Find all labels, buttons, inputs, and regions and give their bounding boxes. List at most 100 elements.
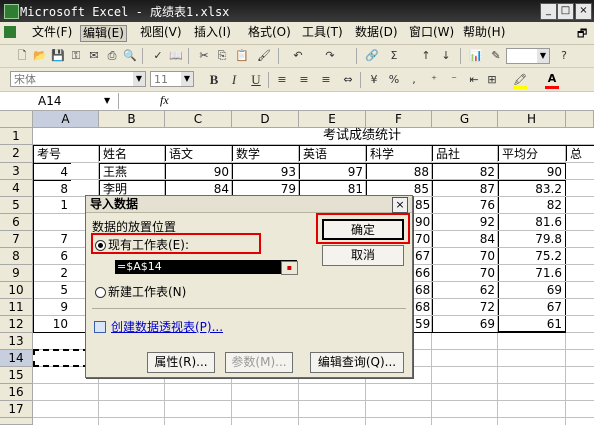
- column-header-d[interactable]: D: [232, 111, 299, 128]
- create-pivot-table-link[interactable]: 创建数据透视表(P)...: [111, 318, 223, 335]
- column-header-c[interactable]: C: [165, 111, 232, 128]
- redo-icon[interactable]: ↷: [322, 48, 338, 64]
- cell-g8[interactable]: 70: [432, 248, 498, 264]
- column-header-b[interactable]: B: [99, 111, 165, 128]
- cell-f5[interactable]: 85: [412, 197, 432, 213]
- increase-decimal-icon[interactable]: ⁺: [426, 72, 442, 88]
- font-name-combo[interactable]: 宋体 ▼: [10, 71, 146, 87]
- cut-icon[interactable]: ✂: [196, 48, 212, 64]
- open-icon[interactable]: 📂: [32, 48, 48, 64]
- save-icon[interactable]: 💾: [50, 48, 66, 64]
- column-header-g[interactable]: G: [432, 111, 498, 128]
- menu-data[interactable]: 数据(D): [353, 25, 400, 40]
- menu-tools[interactable]: 工具(T): [300, 25, 345, 40]
- align-right-icon[interactable]: ≡: [318, 72, 334, 88]
- name-box[interactable]: A14 ▼: [0, 93, 119, 109]
- cell-a5[interactable]: 1: [33, 197, 71, 213]
- menu-format[interactable]: 格式(O): [246, 25, 293, 40]
- name-box-dropdown-icon[interactable]: ▼: [104, 93, 110, 109]
- hyperlink-icon[interactable]: 🔗: [364, 48, 380, 64]
- cell-e4[interactable]: 81: [299, 180, 366, 196]
- close-button[interactable]: ×: [575, 3, 592, 20]
- restore-icon[interactable]: 🗗: [577, 25, 587, 44]
- header-cell[interactable]: 总: [566, 145, 594, 161]
- row-header[interactable]: 15: [0, 367, 33, 384]
- collapse-dialog-icon[interactable]: ▪: [281, 261, 298, 275]
- research-icon[interactable]: 📖: [168, 48, 184, 64]
- drawing-icon[interactable]: ✎: [488, 48, 504, 64]
- cell-d3[interactable]: 93: [232, 163, 299, 179]
- header-cell[interactable]: 平均分: [498, 145, 566, 161]
- decrease-indent-icon[interactable]: ⇤: [466, 72, 482, 88]
- column-header-i[interactable]: [566, 111, 594, 128]
- cell-a11[interactable]: 9: [33, 299, 71, 315]
- row-header[interactable]: 13: [0, 333, 33, 350]
- row-header[interactable]: 7: [0, 231, 33, 248]
- cell-h9[interactable]: 71.6: [498, 265, 566, 281]
- header-cell[interactable]: 考号: [33, 145, 99, 161]
- cell-a9[interactable]: 2: [33, 265, 71, 281]
- maximize-button[interactable]: □: [557, 3, 574, 20]
- cell-g6[interactable]: 92: [432, 214, 498, 230]
- sort-descending-icon[interactable]: ↓: [438, 48, 454, 64]
- sort-ascending-icon[interactable]: ↑: [418, 48, 434, 64]
- new-icon[interactable]: 🗋: [14, 48, 30, 64]
- menu-help[interactable]: 帮助(H): [461, 25, 507, 40]
- cell-a10[interactable]: 5: [33, 282, 71, 298]
- undo-icon[interactable]: ↶: [290, 48, 306, 64]
- cell-g11[interactable]: 72: [432, 299, 498, 315]
- cell-d4[interactable]: 79: [232, 180, 299, 196]
- cell-g7[interactable]: 84: [432, 231, 498, 247]
- cell-f3[interactable]: 88: [366, 163, 432, 179]
- zoom-combo[interactable]: ▼: [506, 48, 550, 64]
- decrease-decimal-icon[interactable]: ⁻: [446, 72, 462, 88]
- merged-title-cell[interactable]: 考试成绩统计: [33, 128, 594, 144]
- percent-icon[interactable]: %: [386, 72, 402, 88]
- cell-a12[interactable]: 10: [33, 316, 71, 332]
- format-painter-icon[interactable]: 🖌: [256, 48, 272, 64]
- menu-view[interactable]: 视图(V): [138, 25, 184, 40]
- row-header[interactable]: 1: [0, 128, 33, 145]
- row-header[interactable]: [0, 418, 33, 425]
- cell-h5[interactable]: 82: [498, 197, 566, 213]
- cell-a3[interactable]: 4: [33, 163, 71, 179]
- row-header[interactable]: 8: [0, 248, 33, 265]
- help-icon[interactable]: ?: [556, 48, 572, 64]
- row-header[interactable]: 2: [0, 145, 33, 163]
- font-size-combo[interactable]: 11 ▼: [150, 71, 194, 87]
- merge-center-icon[interactable]: ⇔: [340, 72, 356, 88]
- print-icon[interactable]: ⎙: [104, 48, 120, 64]
- insert-function-button[interactable]: fx: [160, 93, 169, 108]
- header-cell[interactable]: 数学: [232, 145, 299, 161]
- email-icon[interactable]: ✉: [86, 48, 102, 64]
- menu-file[interactable]: 文件(F): [30, 25, 74, 40]
- formula-input[interactable]: [178, 93, 592, 109]
- cell-f9[interactable]: 66: [412, 265, 432, 281]
- cell-f4[interactable]: 85: [366, 180, 432, 196]
- existing-worksheet-label[interactable]: 现有工作表(E):: [108, 236, 189, 253]
- cell-g4[interactable]: 87: [432, 180, 498, 196]
- cancel-button[interactable]: 取消: [322, 245, 404, 266]
- paste-icon[interactable]: 📋: [234, 48, 250, 64]
- header-cell[interactable]: 语文: [165, 145, 232, 161]
- column-header-a[interactable]: A: [33, 111, 99, 128]
- cell-h6[interactable]: 81.6: [498, 214, 566, 230]
- row-header[interactable]: 16: [0, 384, 33, 401]
- cell-c3[interactable]: 90: [165, 163, 232, 179]
- cell-h7[interactable]: 79.8: [498, 231, 566, 247]
- header-cell[interactable]: 科学: [366, 145, 432, 161]
- cell-g5[interactable]: 76: [432, 197, 498, 213]
- header-cell[interactable]: 姓名: [99, 145, 165, 161]
- row-header[interactable]: 11: [0, 299, 33, 316]
- ok-button[interactable]: 确定: [322, 219, 404, 240]
- autosum-icon[interactable]: Σ: [386, 48, 402, 64]
- font-color-icon[interactable]: A: [544, 71, 560, 87]
- new-worksheet-radio[interactable]: [95, 287, 106, 298]
- align-left-icon[interactable]: ≡: [274, 72, 290, 88]
- cell-f7[interactable]: 70: [412, 231, 432, 247]
- row-header[interactable]: 5: [0, 197, 33, 214]
- new-worksheet-label[interactable]: 新建工作表(N): [108, 283, 186, 300]
- align-center-icon[interactable]: ≡: [296, 72, 312, 88]
- menu-edit[interactable]: 编辑(E): [80, 25, 127, 42]
- row-header[interactable]: 6: [0, 214, 33, 231]
